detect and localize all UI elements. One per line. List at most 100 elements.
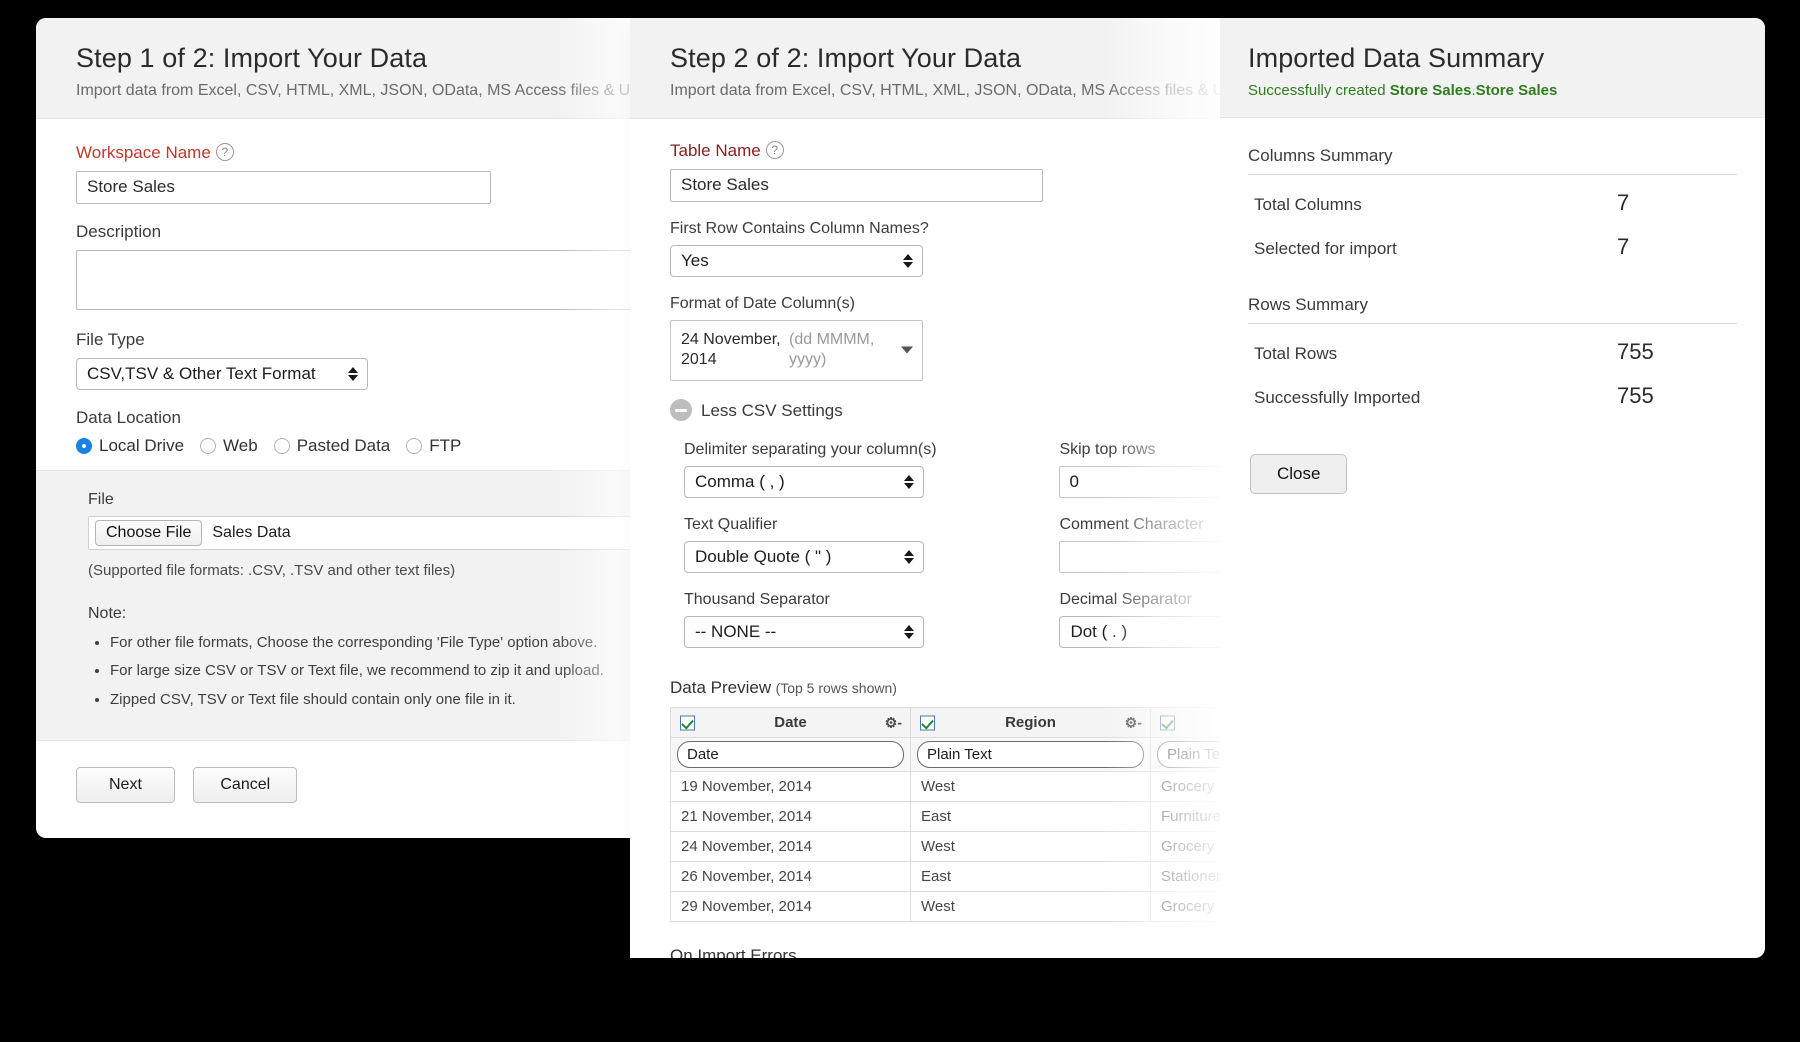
column-type-select-region[interactable]: Plain Text <box>917 741 1144 768</box>
successfully-imported-label: Successfully Imported <box>1254 388 1617 408</box>
column-type-select-date[interactable]: Date <box>677 741 904 768</box>
file-type-label: File Type <box>76 330 676 350</box>
table-name-input[interactable] <box>670 169 1043 202</box>
radio-ftp[interactable]: FTP <box>406 436 461 456</box>
type-cell: Plain Text <box>911 738 1151 772</box>
close-button[interactable]: Close <box>1250 454 1347 494</box>
total-columns-label: Total Columns <box>1254 195 1617 215</box>
stepper-arrows-icon <box>348 364 358 384</box>
successfully-imported-row: Successfully Imported 755 <box>1248 374 1737 418</box>
cell-region: East <box>911 802 1151 832</box>
thousand-separator-select[interactable]: -- NONE -- <box>684 616 924 648</box>
column-header-product[interactable]: Produ <box>1151 708 1226 738</box>
gear-icon[interactable]: ⚙- <box>1125 714 1142 731</box>
cell-date: 26 November, 2014 <box>671 862 911 892</box>
column-type-value: Plain Text <box>927 746 992 763</box>
column-type-value: Plain Text <box>1167 746 1225 763</box>
column-header-date[interactable]: Date ⚙- <box>671 708 911 738</box>
step2-header: Step 2 of 2: Import Your Data Import dat… <box>630 18 1225 119</box>
description-field: Description <box>76 222 676 310</box>
stepper-arrows-icon <box>903 251 913 271</box>
cell-date: 19 November, 2014 <box>671 772 911 802</box>
file-type-select[interactable]: CSV,TSV & Other Text Format <box>76 358 368 390</box>
help-icon[interactable]: ? <box>216 143 234 161</box>
checkbox-checked-icon[interactable] <box>920 715 935 730</box>
radio-dot-icon <box>274 438 290 454</box>
date-format-field: Format of Date Column(s) 24 November, 20… <box>670 295 1225 382</box>
file-picker[interactable]: Choose File Sales Data <box>88 516 676 550</box>
list-item: For other file formats, Choose the corre… <box>110 633 676 653</box>
decimal-separator-field: Decimal Separator Dot ( . ) <box>1059 591 1225 648</box>
date-format-select[interactable]: 24 November, 2014 (dd MMMM, yyyy) <box>670 320 923 382</box>
cancel-button[interactable]: Cancel <box>193 767 297 803</box>
summary-header: Imported Data Summary Successfully creat… <box>1220 18 1765 118</box>
skip-top-rows-input[interactable] <box>1059 466 1225 498</box>
first-row-select[interactable]: Yes <box>670 245 923 277</box>
delimiter-select[interactable]: Comma ( , ) <box>684 466 924 498</box>
minus-circle-icon <box>670 399 692 421</box>
list-item: For large size CSV or TSV or Text file, … <box>110 661 676 681</box>
next-button[interactable]: Next <box>76 767 175 803</box>
csv-settings-grid: Delimiter separating your column(s) Comm… <box>670 441 1225 666</box>
checkbox-checked-icon[interactable] <box>1160 715 1175 730</box>
workspace-name-field: Workspace Name? <box>76 143 676 204</box>
table-row: 26 November, 2014 East Stationery <box>671 862 1226 892</box>
comment-character-label: Comment Character <box>1059 516 1225 534</box>
selected-for-import-row: Selected for import 7 <box>1248 225 1737 269</box>
column-header-region[interactable]: Region ⚙- <box>911 708 1151 738</box>
columns-summary-heading: Columns Summary <box>1248 146 1737 166</box>
delimiter-field: Delimiter separating your column(s) Comm… <box>684 441 1045 498</box>
radio-local-drive[interactable]: Local Drive <box>76 436 184 456</box>
stepper-arrows-icon <box>904 547 914 567</box>
cell-date: 29 November, 2014 <box>671 892 911 922</box>
decimal-separator-select[interactable]: Dot ( . ) <box>1059 616 1225 648</box>
radio-pasted-data[interactable]: Pasted Data <box>274 436 391 456</box>
step1-button-row: Next Cancel <box>76 741 676 803</box>
import-step2-panel: Step 2 of 2: Import Your Data Import dat… <box>630 18 1225 958</box>
column-title: Region <box>1005 714 1056 731</box>
cell-region: East <box>911 862 1151 892</box>
selected-for-import-value: 7 <box>1617 234 1737 260</box>
step2-title: Step 2 of 2: Import Your Data <box>670 44 1225 74</box>
file-type-value: CSV,TSV & Other Text Format <box>87 364 316 383</box>
cell-product: Grocery <box>1151 892 1226 922</box>
radio-web[interactable]: Web <box>200 436 258 456</box>
gear-icon[interactable]: ⚙- <box>885 714 902 731</box>
skip-top-rows-label: Skip top rows <box>1059 441 1225 459</box>
on-import-errors-label: On Import Errors <box>670 946 1225 958</box>
data-preview-table: Date ⚙- Region ⚙- Produ <box>670 707 1225 922</box>
help-icon[interactable]: ? <box>766 141 784 159</box>
step1-title: Step 1 of 2: Import Your Data <box>76 44 676 74</box>
note-title: Note: <box>88 605 676 623</box>
less-csv-settings-toggle[interactable]: Less CSV Settings <box>670 399 1225 421</box>
description-label: Description <box>76 222 676 242</box>
note-list: For other file formats, Choose the corre… <box>88 633 676 710</box>
radio-dot-icon <box>76 438 92 454</box>
selected-for-import-label: Selected for import <box>1254 239 1617 259</box>
file-type-field: File Type CSV,TSV & Other Text Format <box>76 330 676 390</box>
delimiter-value: Comma ( , ) <box>695 472 785 491</box>
text-qualifier-field: Text Qualifier Double Quote ( " ) <box>684 516 1045 573</box>
screenshot-stage: Step 1 of 2: Import Your Data Import dat… <box>0 0 1800 1042</box>
divider <box>1248 174 1737 175</box>
checkbox-checked-icon[interactable] <box>680 715 695 730</box>
decimal-separator-value: Dot ( . ) <box>1070 622 1127 641</box>
workspace-name-input[interactable] <box>76 171 491 204</box>
cell-region: West <box>911 772 1151 802</box>
description-textarea[interactable] <box>76 250 676 310</box>
skip-top-rows-field: Skip top rows <box>1059 441 1225 498</box>
decimal-separator-label: Decimal Separator <box>1059 591 1225 609</box>
choose-file-button[interactable]: Choose File <box>95 520 202 546</box>
comment-character-input[interactable] <box>1059 541 1225 573</box>
thousand-separator-value: -- NONE -- <box>695 622 776 641</box>
column-type-select-product[interactable]: Plain Text <box>1157 741 1225 768</box>
data-preview-title: Data Preview <box>670 678 771 697</box>
date-format-hint: (dd MMMM, yyyy) <box>789 330 889 372</box>
cell-date: 24 November, 2014 <box>671 832 911 862</box>
delimiter-label: Delimiter separating your column(s) <box>684 441 1045 459</box>
summary-title: Imported Data Summary <box>1248 44 1741 74</box>
cell-product: Grocery <box>1151 832 1226 862</box>
text-qualifier-select[interactable]: Double Quote ( " ) <box>684 541 924 573</box>
total-rows-label: Total Rows <box>1254 344 1617 364</box>
cell-date: 21 November, 2014 <box>671 802 911 832</box>
